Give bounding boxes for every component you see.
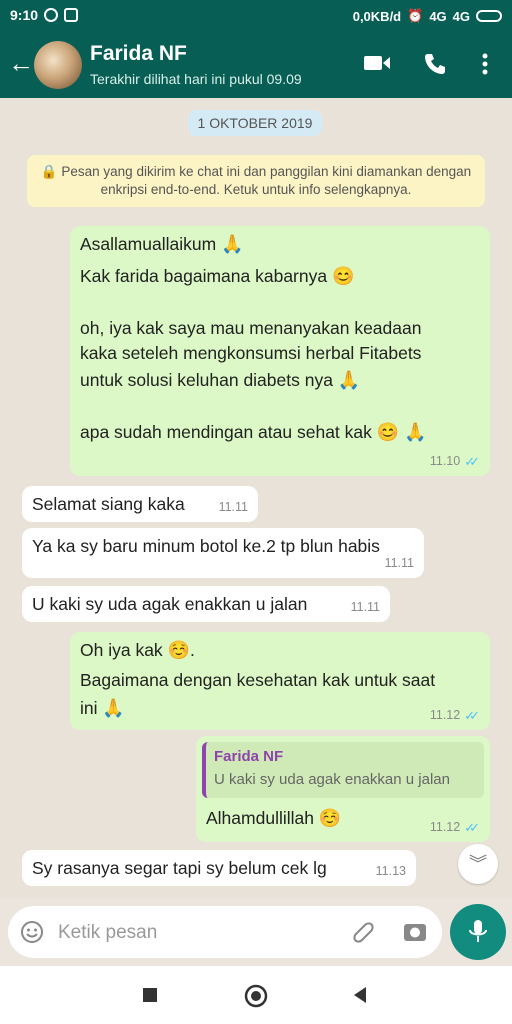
mic-icon <box>469 920 487 942</box>
message-text: Oh iya kak <box>80 640 163 660</box>
message-text: ini <box>80 698 98 718</box>
upload-icon <box>64 8 79 22</box>
clock: 9:10 <box>10 7 39 23</box>
message-time: 11.12 <box>429 820 461 835</box>
camera-icon[interactable] <box>402 919 428 945</box>
message-time: 11.12 <box>429 708 461 723</box>
video-call-icon[interactable] <box>363 52 391 74</box>
pray-emoji-icon: 🙏 <box>102 698 125 718</box>
message-bubble-incoming[interactable]: Sy rasanya segar tapi sy belum cek lg 11… <box>22 850 416 886</box>
date-divider: 1 OKTOBER 2019 <box>188 110 322 136</box>
message-text: kaka seteleh mengkonsumsi herbal Fitabet… <box>80 343 422 363</box>
blush-emoji-icon: ☺️ <box>167 640 190 660</box>
mic-button[interactable] <box>450 904 506 960</box>
message-input[interactable] <box>56 917 340 949</box>
message-meta: 11.11 <box>219 500 248 516</box>
message-meta: 11.11 <box>385 556 414 572</box>
message-text: apa sudah mendingan atau sehat kak <box>80 422 372 442</box>
pray-emoji-icon: 🙏 <box>404 422 427 442</box>
encryption-text: Pesan yang dikirim ke chat ini dan pangg… <box>61 164 472 197</box>
message-text: Asallamuallaikum <box>80 234 217 254</box>
message-bubble-outgoing[interactable]: Farida NF U kaki sy uda agak enakkan u j… <box>196 736 490 842</box>
message-time: 11.11 <box>350 600 380 615</box>
message-text: Sy rasanya segar tapi sy belum cek lg <box>32 858 327 878</box>
message-bubble-outgoing[interactable]: Oh iya kak ☺️. Bagaimana dengan kesehata… <box>70 632 490 730</box>
phone-icon[interactable] <box>423 52 447 76</box>
blush-emoji-icon: ☺️ <box>318 808 342 828</box>
last-seen: Terakhir dilihat hari ini pukul 09.09 <box>90 71 302 87</box>
pray-emoji-icon: 🙏 <box>337 370 361 390</box>
message-time: 11.11 <box>384 556 414 571</box>
alarm-icon: ⏰ <box>407 8 424 23</box>
quoted-sender: Farida NF <box>214 748 284 765</box>
smile-emoji-icon: 😊 <box>331 266 355 286</box>
message-meta: 11.10 ✓✓ <box>430 454 480 470</box>
message-text: U kaki sy uda agak enakkan u jalan <box>32 594 308 614</box>
message-text: Ya ka sy baru minum botol ke.2 tp blun h… <box>32 536 380 556</box>
back-arrow-icon[interactable]: ← <box>8 50 34 76</box>
emoji-icon[interactable] <box>20 920 44 944</box>
message-meta: 11.12 ✓✓ <box>430 820 480 836</box>
message-text: Bagaimana dengan kesehatan kak untuk saa… <box>80 670 436 690</box>
network-speed: 0,0KB/d <box>352 8 402 24</box>
message-bubble-incoming[interactable]: Selamat siang kaka 11.11 <box>22 486 258 522</box>
message-bubble-incoming[interactable]: U kaki sy uda agak enakkan u jalan 11.11 <box>22 586 390 622</box>
system-nav-bar <box>0 966 512 1024</box>
pray-emoji-icon: 🙏 <box>221 234 244 254</box>
lock-icon: 🔒 <box>40 164 58 179</box>
message-text: Selamat siang kaka <box>32 494 185 514</box>
chat-area[interactable]: 1 OKTOBER 2019 🔒 Pesan yang dikirim ke c… <box>0 98 512 898</box>
message-text: untuk solusi keluhan diabets nya <box>80 370 333 390</box>
message-time: 11.11 <box>218 500 248 515</box>
message-bubble-outgoing[interactable]: Asallamuallaikum 🙏 Kak farida bagaimana … <box>70 226 490 476</box>
home-icon[interactable] <box>244 984 268 1008</box>
message-input-bar[interactable] <box>8 906 442 958</box>
signal-label-2: 4G <box>452 8 470 24</box>
message-meta: 11.13 <box>376 864 406 880</box>
read-receipt-icon: ✓✓ <box>464 707 480 723</box>
more-icon[interactable] <box>480 52 490 76</box>
read-receipt-icon: ✓✓ <box>464 453 480 469</box>
attach-icon[interactable] <box>350 919 376 945</box>
encryption-notice[interactable]: 🔒 Pesan yang dikirim ke chat ini dan pan… <box>27 155 485 207</box>
smile-emoji-icon: 😊 <box>376 422 400 442</box>
message-text: oh, iya kak saya mau menanyakan keadaan <box>80 318 422 338</box>
signal-label-1: 4G <box>429 8 447 24</box>
contact-name[interactable]: Farida NF <box>90 42 187 66</box>
message-meta: 11.12 ✓✓ <box>430 708 480 724</box>
quoted-text: U kaki sy uda agak enakkan u jalan <box>214 770 450 788</box>
message-text: Alhamdullillah <box>206 808 314 828</box>
read-receipt-icon: ✓✓ <box>464 819 480 835</box>
status-bar: 9:10 0,0KB/d ⏰ 4G 4G <box>0 0 512 32</box>
scroll-down-icon[interactable]: ︾ <box>458 844 498 884</box>
whatsapp-icon <box>44 8 59 22</box>
message-time: 11.13 <box>375 864 406 879</box>
message-bubble-incoming[interactable]: Ya ka sy baru minum botol ke.2 tp blun h… <box>22 528 424 578</box>
message-meta: 11.11 <box>351 600 380 616</box>
message-time: 11.10 <box>429 454 461 469</box>
chat-header: ← Farida NF Terakhir dilihat hari ini pu… <box>0 32 512 98</box>
battery-icon <box>476 10 502 22</box>
recent-apps-icon[interactable] <box>142 987 158 1003</box>
message-text: Kak farida bagaimana kabarnya <box>80 266 328 286</box>
quoted-message[interactable]: Farida NF U kaki sy uda agak enakkan u j… <box>202 742 484 798</box>
back-nav-icon[interactable] <box>352 986 368 1004</box>
avatar[interactable] <box>34 41 82 89</box>
